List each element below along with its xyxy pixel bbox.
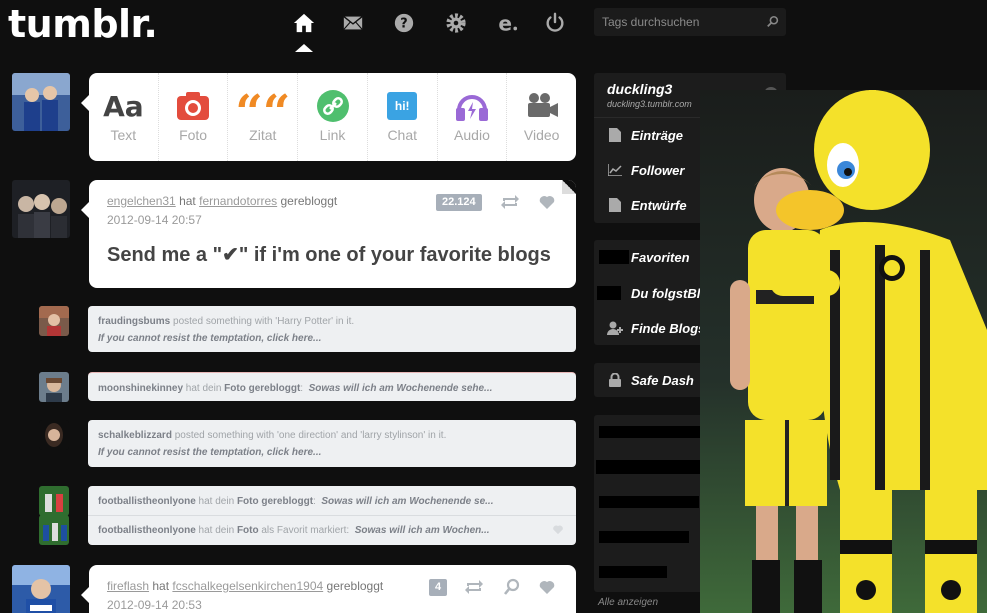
notification-item[interactable]: moonshinekinney hat dein Foto gerebloggt… xyxy=(88,372,576,401)
see-all-tags-link[interactable]: Alle anzeigen xyxy=(598,597,658,608)
post-body-text: Send me a "✔" if i'm one of your favorit… xyxy=(107,244,551,266)
drafts-icon xyxy=(604,196,626,214)
notification-item[interactable]: schalkeblizzard posted something with 'o… xyxy=(88,420,576,467)
post-composer: Aa Text Foto ““ Zitat Link hi! Chat Audi… xyxy=(81,73,576,161)
svg-text:?: ? xyxy=(400,17,407,32)
note-count-badge[interactable]: 22.124 xyxy=(436,194,482,211)
help-icon[interactable]: ? xyxy=(391,10,417,36)
zoom-icon[interactable] xyxy=(501,577,523,597)
notification-divider xyxy=(88,515,576,516)
post-type-label: Zitat xyxy=(249,127,277,143)
post-type-label: Video xyxy=(523,127,560,143)
notification-cta[interactable]: If you cannot resist the temptation, cli… xyxy=(98,333,321,344)
post-type-link[interactable]: Link xyxy=(298,73,368,161)
post-card: engelchen31 hat fernandotorres gereblogg… xyxy=(81,180,576,288)
post-type-label: Text xyxy=(110,127,137,143)
mail-icon[interactable] xyxy=(340,10,366,36)
note-count-badge[interactable]: 4 xyxy=(429,579,448,596)
notification-user[interactable]: footballistheonlyone xyxy=(98,525,196,536)
edit-icon[interactable]: e xyxy=(494,10,520,36)
avatar-footballistheonlyone-2[interactable] xyxy=(39,515,69,545)
avatar-footballistheonlyone-1[interactable] xyxy=(39,486,69,516)
post-type-label: Chat xyxy=(387,127,418,143)
redacted-tag xyxy=(599,531,689,543)
redacted-tag xyxy=(599,426,707,438)
post-type-audio[interactable]: Audio xyxy=(438,73,508,161)
blog-name[interactable]: duckling3 xyxy=(607,81,672,97)
redacted-count xyxy=(599,250,629,264)
home-icon[interactable] xyxy=(291,10,317,36)
post-type-quote[interactable]: ““ Zitat xyxy=(228,73,299,161)
text-icon: Aa xyxy=(103,89,144,123)
posts-icon xyxy=(604,126,626,144)
avatar-engelchen31[interactable] xyxy=(12,180,70,238)
post-source-link[interactable]: fernandotorres xyxy=(199,194,277,208)
like-heart-icon[interactable] xyxy=(536,192,558,212)
power-icon[interactable] xyxy=(542,10,568,36)
redacted-tag xyxy=(596,460,716,474)
redacted-tag xyxy=(599,496,699,508)
post-author-link[interactable]: fireflash xyxy=(107,579,149,593)
post-date[interactable]: 2012-09-14 20:53 xyxy=(107,598,202,612)
post-source-link[interactable]: fcschalkegelsenkirchen1904 xyxy=(172,579,323,593)
followers-chart-icon xyxy=(604,161,626,179)
quote-icon: ““ xyxy=(235,85,291,141)
post-type-text[interactable]: Aa Text xyxy=(89,73,159,161)
tag-search xyxy=(594,8,786,36)
notification-item[interactable]: fraudingsbums posted something with 'Har… xyxy=(88,306,576,352)
post-author-link[interactable]: engelchen31 xyxy=(107,194,176,208)
notification-user[interactable]: moonshinekinney xyxy=(98,383,183,394)
search-icon[interactable] xyxy=(766,15,780,29)
redacted-count xyxy=(597,286,621,300)
blog-url[interactable]: duckling3.tumblr.com xyxy=(607,99,692,109)
avatar-fireflash[interactable] xyxy=(12,565,70,613)
avatar-self[interactable] xyxy=(12,73,70,131)
notification-cta[interactable]: If you cannot resist the temptation, cli… xyxy=(98,447,321,458)
post-type-chat[interactable]: hi! Chat xyxy=(368,73,438,161)
video-camera-icon xyxy=(525,89,559,123)
reblog-icon[interactable] xyxy=(463,577,485,597)
chat-icon: hi! xyxy=(387,89,418,123)
svg-text:e: e xyxy=(498,12,512,34)
lock-icon xyxy=(604,371,626,389)
post-card: fireflash hat fcschalkegelsenkirchen1904… xyxy=(81,565,576,613)
redacted-tag xyxy=(599,566,667,578)
avatar-schalkeblizzard[interactable] xyxy=(39,420,69,450)
favorite-heart-icon xyxy=(553,525,563,535)
post-type-label: Foto xyxy=(179,127,208,143)
camera-icon xyxy=(176,89,210,123)
reblog-icon[interactable] xyxy=(499,192,521,212)
post-type-label: Audio xyxy=(454,127,490,143)
post-type-label: Link xyxy=(319,127,346,143)
add-person-icon xyxy=(604,319,626,337)
gear-icon[interactable] xyxy=(443,10,469,36)
search-input[interactable] xyxy=(602,13,752,31)
notification-user[interactable]: footballistheonlyone xyxy=(98,496,196,507)
like-heart-icon[interactable] xyxy=(536,577,558,597)
avatar-moonshinekinney[interactable] xyxy=(39,372,69,402)
background-photo xyxy=(700,90,987,613)
notification-user[interactable]: schalkeblizzard xyxy=(98,430,172,441)
notification-group: footballistheonlyone hat dein Foto gereb… xyxy=(88,486,576,545)
audio-icon xyxy=(455,89,489,123)
post-type-photo[interactable]: Foto xyxy=(159,73,229,161)
link-icon xyxy=(316,89,349,123)
tumblr-logo[interactable]: tumblr. xyxy=(8,2,158,46)
post-reblog-info: engelchen31 hat fernandotorres gereblogg… xyxy=(107,194,338,208)
avatar-fraudingsbums[interactable] xyxy=(39,306,69,336)
post-date[interactable]: 2012-09-14 20:57 xyxy=(107,213,202,227)
post-corner-fold[interactable] xyxy=(562,180,576,194)
active-nav-indicator xyxy=(295,44,313,52)
post-type-video[interactable]: Video xyxy=(507,73,576,161)
notification-user[interactable]: fraudingsbums xyxy=(98,316,170,327)
post-reblog-info: fireflash hat fcschalkegelsenkirchen1904… xyxy=(107,579,384,593)
